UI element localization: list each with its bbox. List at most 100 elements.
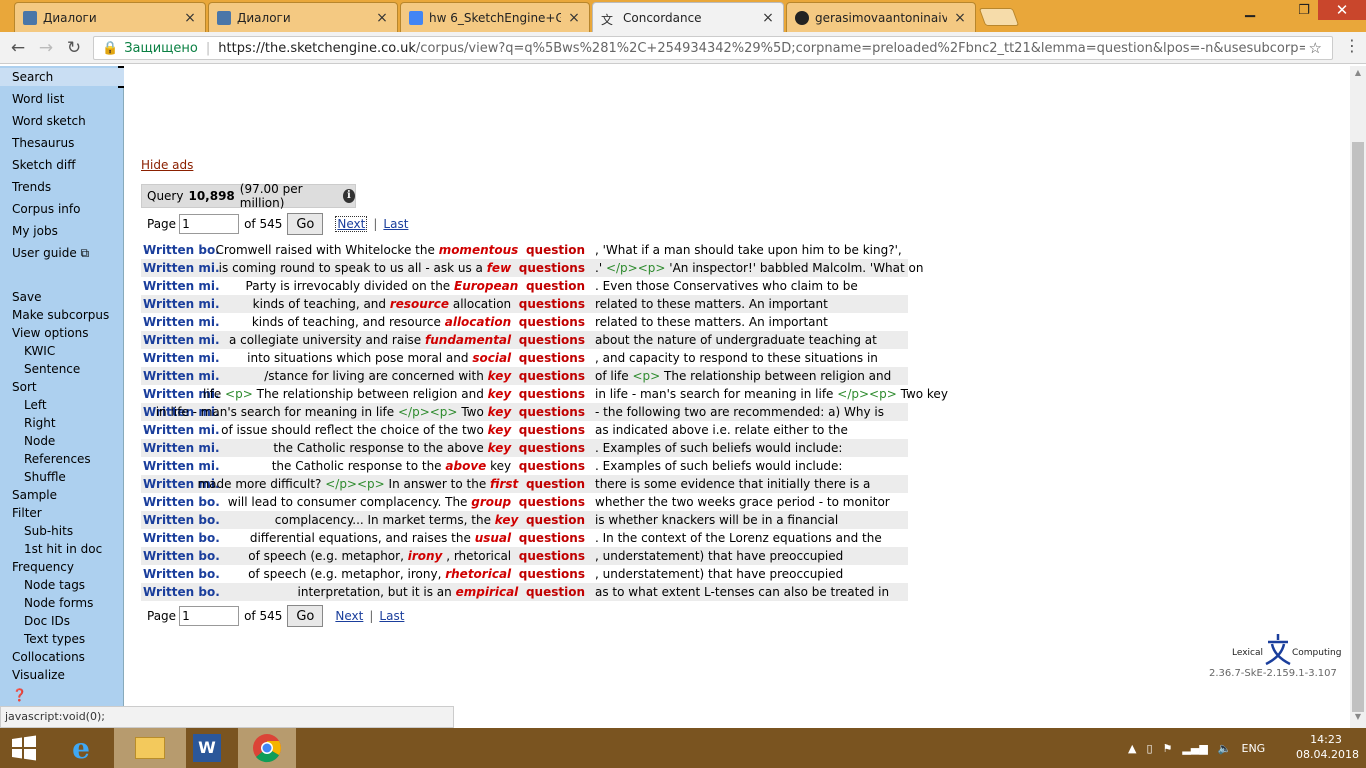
- sidebar-item-frequency[interactable]: Frequency: [0, 558, 124, 576]
- reference-link[interactable]: Written mi...: [143, 439, 219, 457]
- tab-concordance[interactable]: 文 Concordance ×: [592, 2, 784, 32]
- sidebar-item-my-jobs[interactable]: My jobs: [0, 222, 124, 240]
- sidebar-item-view-options[interactable]: View options: [0, 324, 124, 342]
- chrome-taskbar-button[interactable]: [238, 728, 296, 768]
- sidebar-item-shuffle[interactable]: Shuffle: [0, 468, 124, 486]
- sidebar-item-make-subcorpus[interactable]: Make subcorpus: [0, 306, 124, 324]
- tab-google-doc[interactable]: hw 6_SketchEngine+Goo ×: [400, 2, 590, 32]
- close-tab-icon[interactable]: ×: [761, 10, 775, 26]
- reference-link[interactable]: Written mi...: [143, 367, 219, 385]
- sidebar-item-word-list[interactable]: Word list: [0, 90, 124, 108]
- sidebar-item-filter[interactable]: Filter: [0, 504, 124, 522]
- close-window-icon[interactable]: ✕: [1318, 0, 1366, 20]
- last-page-link[interactable]: Last: [383, 217, 408, 231]
- tablet-icon[interactable]: ▯: [1146, 742, 1152, 755]
- keyword-node: questions: [518, 531, 585, 545]
- signal-icon[interactable]: ▂▄▆: [1182, 742, 1207, 755]
- sidebar-item-corpus-info[interactable]: Corpus info: [0, 200, 124, 218]
- next-page-link[interactable]: Next: [335, 216, 368, 232]
- reference-link[interactable]: Written bo...: [143, 547, 219, 565]
- vertical-scrollbar[interactable]: ▲ ▼: [1350, 66, 1366, 728]
- sidebar-item-thesaurus[interactable]: Thesaurus: [0, 134, 124, 152]
- sidebar-item-references[interactable]: References: [0, 450, 124, 468]
- sidebar-item-sample[interactable]: Sample: [0, 486, 124, 504]
- volume-icon[interactable]: 🔈: [1218, 742, 1232, 755]
- new-tab-button[interactable]: [978, 8, 1020, 26]
- sidebar-item-save[interactable]: Save: [0, 288, 124, 306]
- address-bar[interactable]: 🔒 Защищено | https://the.sketchengine.co…: [93, 36, 1333, 60]
- scroll-down-icon[interactable]: ▼: [1350, 712, 1366, 726]
- reload-icon[interactable]: ↻: [60, 38, 88, 58]
- reference-link[interactable]: Written bo...: [143, 583, 219, 601]
- reference-link[interactable]: Written bo...: [143, 529, 219, 547]
- tab-dialogs-2[interactable]: Диалоги ×: [208, 2, 398, 32]
- reference-link[interactable]: Written bo...: [143, 493, 219, 511]
- help-icon[interactable]: ❓: [0, 686, 124, 704]
- right-context: of life <p> The relationship between rel…: [595, 367, 891, 385]
- info-icon[interactable]: i: [342, 189, 355, 203]
- sidebar-item-text-types[interactable]: Text types: [0, 630, 124, 648]
- flag-icon[interactable]: ⚑: [1163, 742, 1173, 755]
- page-input[interactable]: [179, 606, 240, 626]
- reference-link[interactable]: Written bo...: [143, 565, 219, 583]
- reference-link[interactable]: Written bo...: [143, 511, 219, 529]
- reference-link[interactable]: Written mi...: [143, 295, 219, 313]
- page-input[interactable]: [179, 214, 240, 234]
- sidebar-item-left[interactable]: Left: [0, 396, 124, 414]
- scrollbar-thumb[interactable]: [1352, 142, 1364, 712]
- left-text: a collegiate university and raise: [229, 333, 422, 347]
- close-tab-icon[interactable]: ×: [375, 10, 389, 26]
- bookmark-star-icon[interactable]: ☆: [1304, 39, 1322, 57]
- reference-link[interactable]: Written mi...: [143, 457, 219, 475]
- reference-link[interactable]: Written mi...: [143, 421, 219, 439]
- back-icon[interactable]: ←: [4, 38, 32, 58]
- word-taskbar-button[interactable]: W: [176, 728, 238, 768]
- restore-icon[interactable]: ❐: [1292, 0, 1316, 20]
- close-tab-icon[interactable]: ×: [183, 10, 197, 26]
- sidebar-item-user-guide[interactable]: User guide ⧉: [0, 244, 124, 262]
- close-tab-icon[interactable]: ×: [567, 10, 581, 26]
- forward-icon[interactable]: →: [32, 38, 60, 58]
- sidebar-item-node-forms[interactable]: Node forms: [0, 594, 124, 612]
- sidebar-item-1st-hit-in-doc[interactable]: 1st hit in doc: [0, 540, 124, 558]
- collocate: first: [490, 477, 519, 491]
- reference-link[interactable]: Written bo...: [143, 241, 219, 259]
- sidebar-item-word-sketch[interactable]: Word sketch: [0, 112, 124, 130]
- reference-link[interactable]: Written mi...: [143, 277, 219, 295]
- reference-link[interactable]: Written mi...: [143, 313, 219, 331]
- sidebar-item-node-tags[interactable]: Node tags: [0, 576, 124, 594]
- go-button[interactable]: Go: [287, 213, 324, 235]
- sidebar-item-kwic[interactable]: KWIC: [0, 342, 124, 360]
- concordance-row: Written mi...life <p> The relationship b…: [141, 385, 948, 403]
- tray-expand-icon[interactable]: ▲: [1128, 742, 1136, 755]
- reference-link[interactable]: Written mi...: [143, 349, 219, 367]
- sidebar-item-collocations[interactable]: Collocations: [0, 648, 124, 666]
- reference-link[interactable]: Written mi...: [143, 331, 219, 349]
- scroll-up-icon[interactable]: ▲: [1350, 68, 1366, 82]
- hide-ads-link[interactable]: Hide ads: [141, 158, 193, 172]
- go-button[interactable]: Go: [287, 605, 324, 627]
- close-tab-icon[interactable]: ×: [953, 10, 967, 26]
- sidebar-item-sub-hits[interactable]: Sub-hits: [0, 522, 124, 540]
- keyword-node: questions: [518, 423, 585, 437]
- sidebar-item-search[interactable]: Search: [0, 68, 124, 86]
- tab-github[interactable]: gerasimovaantoninaivanc ×: [786, 2, 976, 32]
- minimize-icon[interactable]: ▁: [1238, 0, 1262, 20]
- last-page-link[interactable]: Last: [379, 609, 404, 623]
- sidebar-item-doc-ids[interactable]: Doc IDs: [0, 612, 124, 630]
- ie-taskbar-button[interactable]: e: [50, 728, 112, 768]
- next-page-link[interactable]: Next: [335, 609, 363, 623]
- sidebar-item-right[interactable]: Right: [0, 414, 124, 432]
- language-indicator[interactable]: ENG: [1242, 742, 1266, 755]
- start-button[interactable]: [0, 728, 48, 768]
- sidebar-item-trends[interactable]: Trends: [0, 178, 124, 196]
- sidebar-item-sketch-diff[interactable]: Sketch diff: [0, 156, 124, 174]
- menu-icon[interactable]: ⋮: [1344, 36, 1360, 55]
- tab-dialogs-1[interactable]: Диалоги ×: [14, 2, 206, 32]
- sidebar-item-visualize[interactable]: Visualize: [0, 666, 124, 684]
- reference-link[interactable]: Written mi...: [143, 259, 219, 277]
- clock[interactable]: 14:23 08.04.2018: [1296, 732, 1359, 762]
- sidebar-item-sort[interactable]: Sort: [0, 378, 124, 396]
- sidebar-item-node[interactable]: Node: [0, 432, 124, 450]
- sidebar-item-sentence[interactable]: Sentence: [0, 360, 124, 378]
